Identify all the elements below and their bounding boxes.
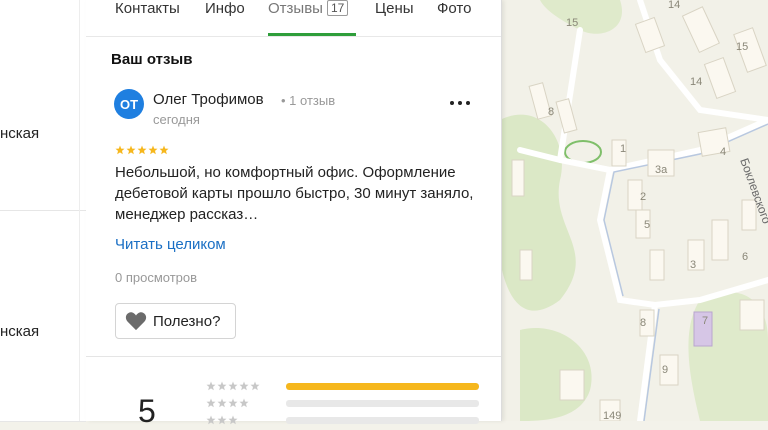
review-text: Небольшой, но комфортный офис. Оформлени…: [115, 164, 474, 223]
star-icon: [228, 415, 238, 425]
svg-text:4: 4: [720, 146, 726, 158]
section-title: Ваш отзыв: [111, 51, 193, 68]
avatar[interactable]: ОТ: [114, 89, 144, 119]
svg-text:8: 8: [548, 106, 554, 118]
star-icon: [250, 381, 260, 391]
list-scrollbar[interactable]: [79, 0, 80, 421]
star-icon: [250, 398, 260, 408]
star-icon: [217, 398, 227, 408]
svg-text:149: 149: [603, 410, 621, 421]
author-name[interactable]: Олег Трофимов: [153, 91, 264, 108]
star-icon: [159, 145, 169, 155]
star-icon: [239, 398, 249, 408]
rating-row-bar: [286, 400, 479, 407]
organization-card-panel: Контакты Инфо Отзывы 17 Цены Фото Ваш отз…: [86, 0, 502, 429]
star-icon: [206, 415, 216, 425]
svg-text:9: 9: [662, 364, 668, 376]
useful-button[interactable]: Полезно?: [115, 303, 236, 339]
svg-text:14: 14: [690, 76, 702, 88]
star-icon: [126, 145, 136, 155]
active-tab-indicator: [268, 33, 356, 36]
tab-reviews[interactable]: Отзывы 17: [268, 0, 349, 34]
read-more-link[interactable]: Читать целиком: [115, 236, 226, 253]
star-icon: [217, 415, 227, 425]
rating-row-stars: [206, 415, 260, 425]
star-icon: [115, 145, 125, 155]
star-icon: [239, 415, 249, 425]
tab-contacts[interactable]: Контакты: [115, 0, 180, 34]
author-review-count: • 1 отзыв: [281, 93, 336, 108]
star-icon: [148, 145, 158, 155]
rating-row-stars: [206, 381, 260, 391]
more-options-icon[interactable]: [450, 93, 470, 113]
star-icon: [250, 415, 260, 425]
svg-text:3а: 3а: [655, 164, 668, 176]
svg-text:8: 8: [640, 317, 646, 329]
svg-text:2: 2: [640, 191, 646, 203]
heart-icon: [125, 312, 147, 331]
rating-row-fill: [286, 383, 479, 390]
tab-info[interactable]: Инфо: [205, 0, 245, 34]
star-icon: [206, 381, 216, 391]
svg-text:15: 15: [566, 17, 578, 29]
svg-text:5: 5: [644, 219, 650, 231]
divider: [86, 356, 501, 357]
star-icon: [239, 381, 249, 391]
rating-row-bar: [286, 383, 479, 390]
review-rating-stars: [115, 145, 169, 155]
review-date: сегодня: [153, 112, 200, 127]
rating-row-stars: [206, 398, 260, 408]
svg-text:7: 7: [702, 315, 708, 327]
useful-button-label: Полезно?: [153, 312, 221, 330]
result-item-address: нская: [0, 323, 40, 340]
star-icon: [217, 381, 227, 391]
rating-score: 5: [138, 393, 156, 429]
views-count: 0 просмотров: [115, 270, 198, 285]
star-icon: [228, 381, 238, 391]
result-item[interactable]: нская: [0, 211, 86, 422]
star-icon: [228, 398, 238, 408]
svg-text:3: 3: [690, 259, 696, 271]
svg-text:14: 14: [668, 0, 680, 11]
card-tabs: Контакты Инфо Отзывы 17 Цены Фото: [86, 0, 501, 37]
result-item[interactable]: нская: [0, 0, 86, 211]
svg-text:15: 15: [736, 41, 748, 53]
result-item-address: нская: [0, 125, 40, 142]
svg-text:6: 6: [742, 251, 748, 263]
tab-prices[interactable]: Цены: [375, 0, 414, 34]
reviews-count-badge: 17: [326, 0, 349, 16]
svg-text:1: 1: [620, 143, 626, 155]
star-icon: [137, 145, 147, 155]
results-list: нская нская: [0, 0, 87, 422]
star-icon: [206, 398, 216, 408]
tab-photos[interactable]: Фото: [437, 0, 501, 34]
